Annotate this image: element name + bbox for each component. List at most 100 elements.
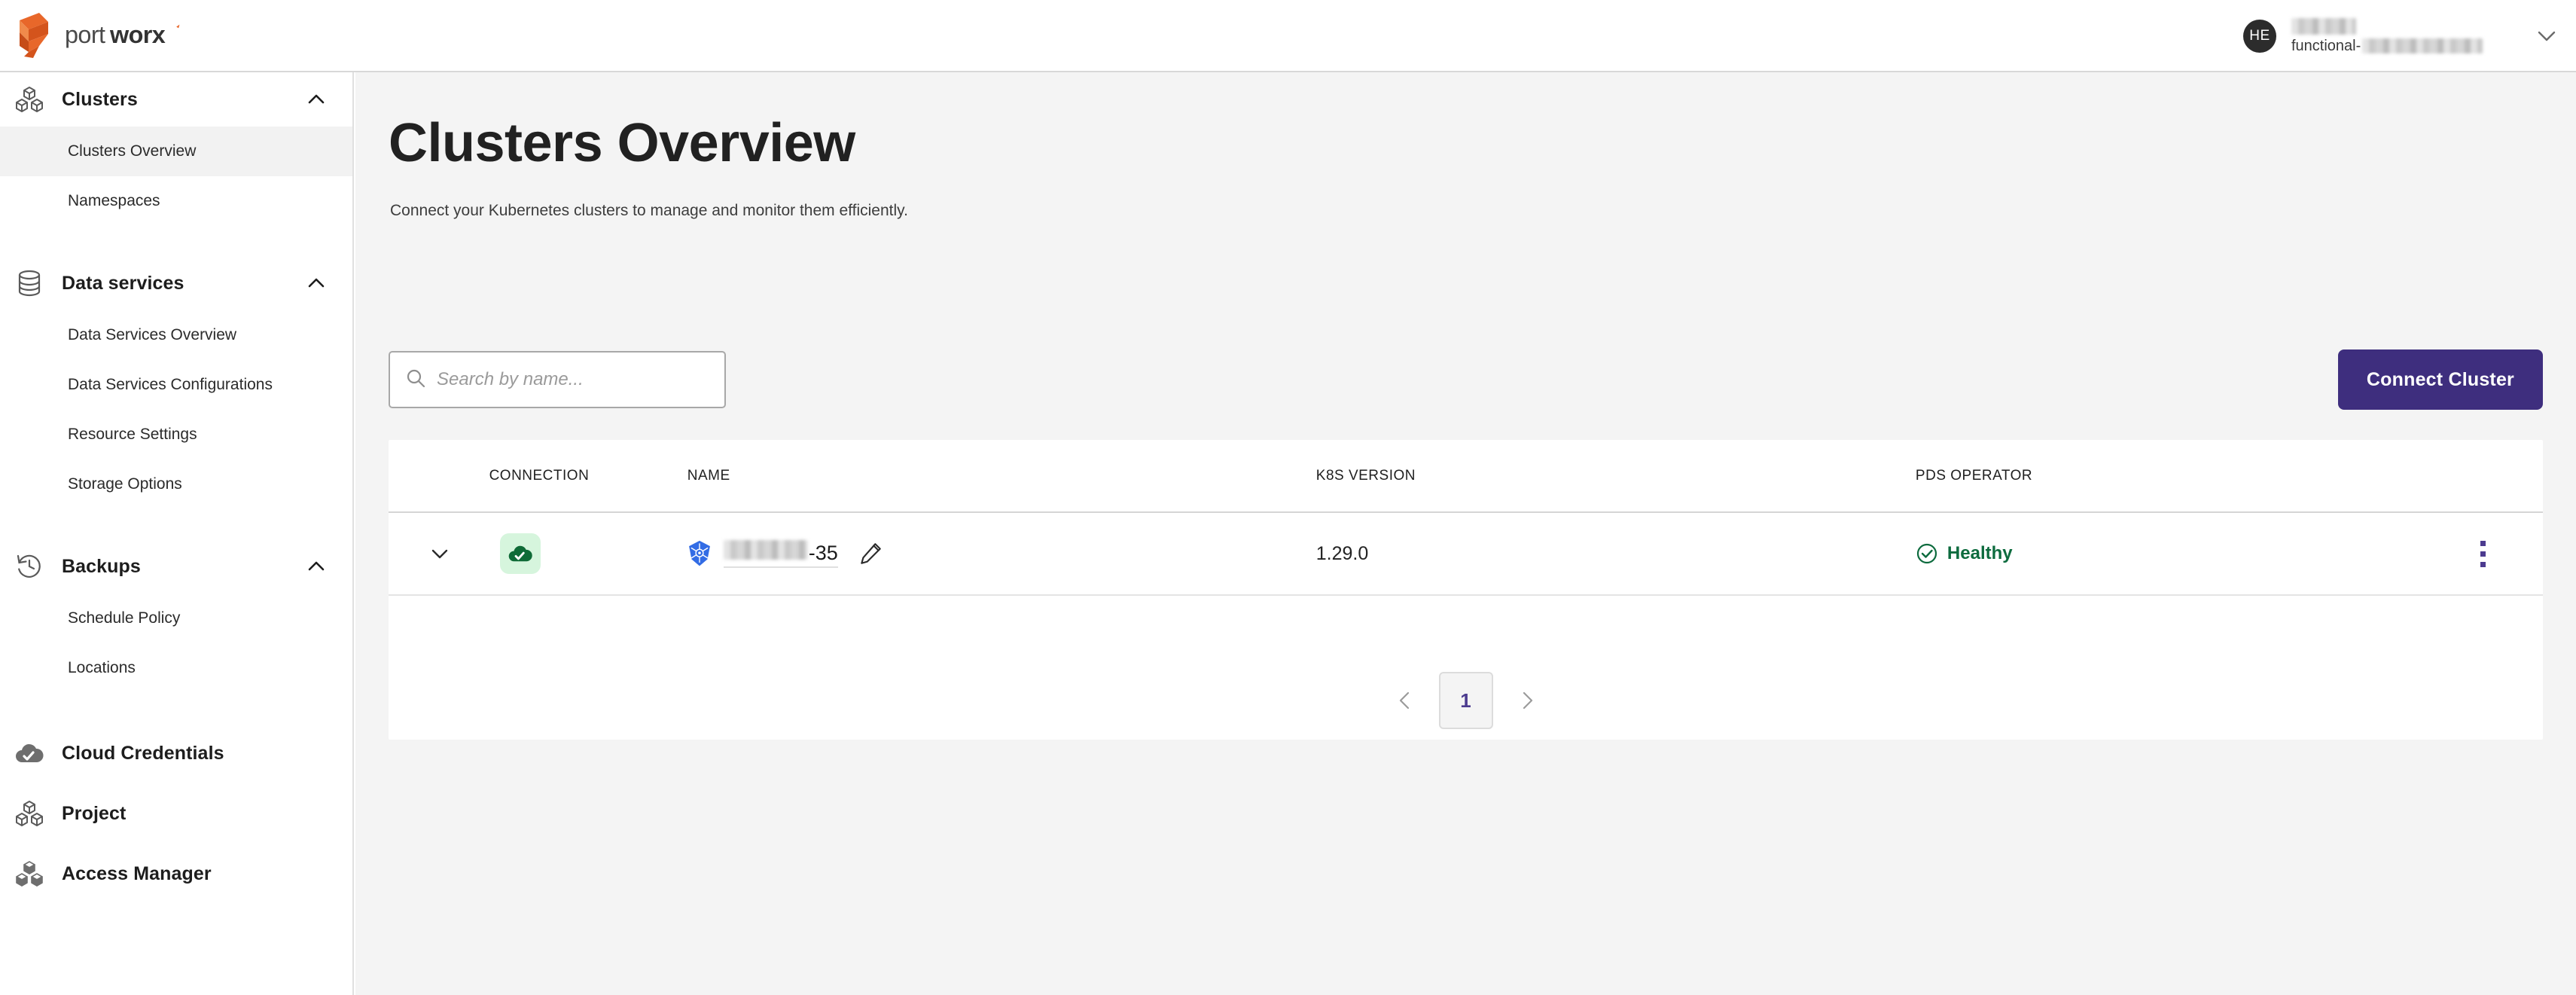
account-org: functional- bbox=[2291, 38, 2502, 55]
sidebar-group-label: Data services bbox=[62, 273, 306, 295]
sidebar-item-storage-options[interactable]: Storage Options bbox=[0, 459, 352, 509]
sidebar-item-locations[interactable]: Locations bbox=[0, 643, 352, 693]
page-subtitle: Connect your Kubernetes clusters to mana… bbox=[390, 202, 908, 220]
pagination-prev-button[interactable] bbox=[1388, 683, 1422, 718]
pagination-page-1[interactable]: 1 bbox=[1439, 672, 1493, 729]
cloud-check-filled-icon bbox=[14, 737, 45, 769]
cell-expand bbox=[389, 512, 467, 595]
sidebar-item-namespaces[interactable]: Namespaces bbox=[0, 176, 352, 226]
sidebar-item-label: Data Services Overview bbox=[68, 326, 236, 344]
cubes-outline-icon bbox=[14, 798, 45, 829]
portworx-wordmark-icon: port worx bbox=[65, 20, 200, 51]
column-header-k8s-version: K8S VERSION bbox=[1294, 440, 1893, 512]
check-circle-icon bbox=[1916, 542, 1938, 565]
history-clock-icon bbox=[14, 551, 45, 582]
sidebar-item-schedule-policy[interactable]: Schedule Policy bbox=[0, 594, 352, 643]
app-header: port worx HE functional- bbox=[0, 0, 2576, 72]
clusters-table-card: CONNECTION NAME K8S VERSION PDS OPERATOR bbox=[389, 440, 2543, 740]
account-name-redacted bbox=[2291, 18, 2502, 35]
chevron-up-icon[interactable] bbox=[306, 273, 327, 294]
account-details: functional- bbox=[2291, 18, 2502, 55]
chevron-up-icon[interactable] bbox=[306, 89, 327, 110]
avatar: HE bbox=[2243, 20, 2276, 53]
portworx-mark-icon bbox=[17, 13, 51, 58]
database-icon bbox=[14, 267, 45, 299]
sidebar-group-label: Clusters bbox=[62, 89, 306, 111]
cluster-name-suffix: -35 bbox=[809, 542, 838, 565]
cell-k8s-version: 1.29.0 bbox=[1294, 512, 1893, 595]
svg-text:port: port bbox=[65, 21, 105, 48]
sidebar-item-label: Namespaces bbox=[68, 192, 160, 210]
sidebar-item-project[interactable]: Project bbox=[0, 783, 352, 844]
account-area[interactable]: HE functional- bbox=[2243, 0, 2559, 72]
sidebar-spacer bbox=[0, 693, 352, 723]
sidebar-item-label: Locations bbox=[68, 659, 136, 677]
column-header-actions bbox=[2462, 440, 2543, 512]
sidebar-item-label: Clusters Overview bbox=[68, 142, 196, 160]
edit-pencil-icon[interactable] bbox=[858, 541, 883, 566]
status-badge: Healthy bbox=[1893, 542, 2462, 565]
sidebar-group-data-services[interactable]: Data services bbox=[0, 256, 352, 310]
redacted-text bbox=[2291, 18, 2356, 35]
column-header-name: NAME bbox=[665, 440, 1294, 512]
sidebar-item-label: Schedule Policy bbox=[68, 609, 180, 627]
table-header-row: CONNECTION NAME K8S VERSION PDS OPERATOR bbox=[389, 440, 2543, 512]
sidebar-item-clusters-overview[interactable]: Clusters Overview bbox=[0, 127, 352, 176]
account-org-prefix: functional- bbox=[2291, 38, 2361, 55]
cell-connection bbox=[467, 512, 665, 595]
cell-actions bbox=[2462, 512, 2543, 595]
cluster-name-group: -35 bbox=[665, 540, 1294, 568]
sidebar-item-label: Storage Options bbox=[68, 475, 182, 493]
table-header: CONNECTION NAME K8S VERSION PDS OPERATOR bbox=[389, 440, 2543, 512]
sidebar-item-label: Cloud Credentials bbox=[62, 743, 352, 765]
table-body: -35 1.29.0 bbox=[389, 512, 2543, 595]
sidebar-item-label: Data Services Configurations bbox=[68, 376, 273, 394]
kebab-dot bbox=[2480, 562, 2486, 567]
k8s-version-value: 1.29.0 bbox=[1294, 543, 1893, 565]
sidebar: Clusters Clusters Overview Namespaces Da… bbox=[0, 72, 354, 995]
pagination-next-button[interactable] bbox=[1510, 683, 1544, 718]
kebab-dot bbox=[2480, 551, 2486, 557]
cluster-name: -35 bbox=[724, 540, 838, 568]
cubes-filled-icon bbox=[14, 858, 45, 890]
kubernetes-icon bbox=[686, 540, 713, 567]
page-title: Clusters Overview bbox=[389, 116, 855, 170]
pagination: 1 bbox=[389, 672, 2543, 729]
sidebar-group-clusters[interactable]: Clusters bbox=[0, 72, 352, 127]
cell-pds-operator: Healthy bbox=[1893, 512, 2462, 595]
sidebar-item-label: Access Manager bbox=[62, 863, 352, 885]
main-content: Clusters Overview Connect your Kubernete… bbox=[355, 72, 2576, 995]
connect-cluster-button[interactable]: Connect Cluster bbox=[2338, 349, 2543, 410]
chevron-down-icon[interactable] bbox=[2534, 23, 2559, 49]
chevron-up-icon[interactable] bbox=[306, 556, 327, 577]
cell-name: -35 bbox=[665, 512, 1294, 595]
portworx-logo[interactable]: port worx bbox=[17, 13, 200, 58]
status-label: Healthy bbox=[1947, 543, 2013, 564]
sidebar-group-label: Backups bbox=[62, 556, 306, 578]
kebab-dot bbox=[2480, 541, 2486, 546]
table-row[interactable]: -35 1.29.0 bbox=[389, 512, 2543, 595]
redacted-text bbox=[2362, 38, 2483, 53]
sidebar-item-data-services-overview[interactable]: Data Services Overview bbox=[0, 310, 352, 360]
cubes-outline-icon bbox=[14, 84, 45, 115]
sidebar-item-resource-settings[interactable]: Resource Settings bbox=[0, 410, 352, 459]
sidebar-spacer bbox=[0, 509, 352, 539]
chevron-down-icon[interactable] bbox=[422, 536, 458, 572]
sidebar-item-label: Resource Settings bbox=[68, 426, 197, 444]
row-menu-button[interactable] bbox=[2465, 536, 2501, 572]
search-icon bbox=[405, 368, 426, 392]
column-header-pds-operator: PDS OPERATOR bbox=[1893, 440, 2462, 512]
clusters-table: CONNECTION NAME K8S VERSION PDS OPERATOR bbox=[389, 440, 2543, 596]
sidebar-spacer bbox=[0, 226, 352, 256]
sidebar-item-cloud-credentials[interactable]: Cloud Credentials bbox=[0, 723, 352, 783]
redacted-text bbox=[724, 540, 808, 560]
sidebar-item-label: Project bbox=[62, 803, 352, 825]
sidebar-item-access-manager[interactable]: Access Manager bbox=[0, 844, 352, 904]
search-input[interactable] bbox=[437, 369, 709, 390]
sidebar-item-data-services-configurations[interactable]: Data Services Configurations bbox=[0, 360, 352, 410]
svg-text:worx: worx bbox=[109, 21, 166, 48]
search-box[interactable] bbox=[389, 351, 726, 408]
column-header-connection: CONNECTION bbox=[467, 440, 665, 512]
cloud-check-status-icon bbox=[500, 533, 541, 574]
sidebar-group-backups[interactable]: Backups bbox=[0, 539, 352, 594]
